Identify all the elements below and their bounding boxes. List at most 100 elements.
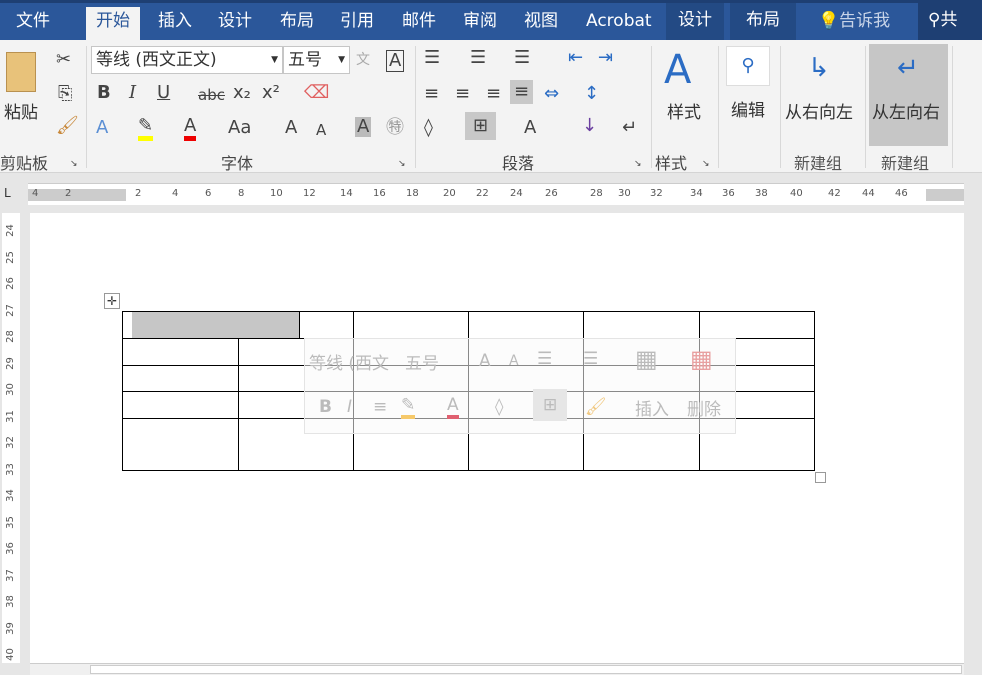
font-name-combo[interactable]: 等线 (西文正文)▼ xyxy=(91,46,283,74)
tell-me-search[interactable]: 💡告诉我 xyxy=(808,7,900,41)
distributed-icon[interactable]: ⇔ xyxy=(544,84,559,104)
change-case-button[interactable]: Aa xyxy=(228,118,251,138)
ruler-tick-label: 33 xyxy=(5,463,16,476)
align-center-icon[interactable]: ≡ xyxy=(455,84,470,104)
mini-bold-button[interactable]: B xyxy=(319,397,332,417)
tab-view[interactable]: 视图 xyxy=(514,7,568,41)
ruler-tick-label: 31 xyxy=(5,410,16,423)
mini-insert-table-icon[interactable]: ▦ xyxy=(635,345,658,373)
horizontal-scrollbar[interactable] xyxy=(30,663,964,675)
tab-table-layout[interactable]: 布局 xyxy=(730,3,796,40)
styles-icon: A xyxy=(664,48,691,92)
multilevel-list-icon[interactable]: ☰ xyxy=(514,48,530,68)
show-marks-icon[interactable]: ↵ xyxy=(622,118,637,138)
format-painter-icon[interactable]: 🖌 xyxy=(56,116,79,136)
ltr-button[interactable]: ↵ 从左向右 xyxy=(869,44,948,146)
vertical-ruler[interactable]: 2425262728293031323334353637383940 xyxy=(2,213,20,663)
mini-grow-font-icon[interactable]: A xyxy=(479,351,491,371)
copy-icon[interactable]: ⎘ xyxy=(58,84,72,104)
mini-font-combo[interactable]: 等线 (西文 xyxy=(309,349,389,374)
paste-button[interactable]: 粘贴 xyxy=(4,98,38,123)
rtl-button[interactable]: 从右向左 xyxy=(785,98,853,123)
mini-format-painter-icon[interactable]: 🖌 xyxy=(585,397,607,417)
tab-file[interactable]: 文件 xyxy=(6,7,60,41)
phonetic-guide-icon[interactable]: 文 xyxy=(356,50,370,70)
share-button[interactable]: ⚲共享 xyxy=(918,3,982,40)
tab-references[interactable]: 引用 xyxy=(330,7,384,41)
char-border-icon[interactable]: A xyxy=(386,50,404,72)
font-size-combo[interactable]: 五号▼ xyxy=(283,46,350,74)
strikethrough-button[interactable]: abc xyxy=(198,85,225,105)
ruler-tick-label: 46 xyxy=(895,188,908,199)
increase-indent-icon[interactable]: ⇥ xyxy=(598,48,613,68)
justify-icon[interactable]: ≡ xyxy=(510,80,533,104)
horizontal-ruler[interactable]: 4224681012141618202224262830323436384042… xyxy=(28,183,964,205)
text-effects-icon[interactable]: A xyxy=(96,118,108,138)
tab-layout[interactable]: 布局 xyxy=(270,7,324,41)
mini-italic-button[interactable]: I xyxy=(347,397,352,417)
line-spacing-icon[interactable]: ↕ xyxy=(584,84,599,104)
mini-highlight-icon[interactable]: ✎ xyxy=(401,395,415,419)
selected-cell[interactable] xyxy=(132,312,299,338)
dialog-launcher-icon[interactable]: ↘ xyxy=(398,154,406,174)
group-label-font: 字体 xyxy=(221,150,253,174)
mini-borders-icon[interactable]: ⊞ xyxy=(533,389,567,421)
mini-delete-button[interactable]: 删除 xyxy=(687,395,721,420)
tab-acrobat[interactable]: Acrobat xyxy=(576,7,662,41)
cut-icon[interactable]: ✂ xyxy=(56,50,71,70)
mini-bullets-icon[interactable]: ☰ xyxy=(537,349,552,369)
font-color-icon[interactable]: A xyxy=(184,116,196,141)
enclose-char-icon[interactable]: ㊕ xyxy=(386,118,404,138)
char-shading-icon[interactable]: A xyxy=(355,117,371,137)
tab-insert[interactable]: 插入 xyxy=(148,7,202,41)
sort-icon[interactable]: ↓ xyxy=(582,116,597,136)
text-direction-icon[interactable]: A xyxy=(524,118,536,138)
mini-insert-button[interactable]: 插入 xyxy=(635,395,669,420)
superscript-button[interactable]: x² xyxy=(262,83,280,103)
highlight-icon[interactable]: ✎ xyxy=(138,116,153,141)
bold-button[interactable]: B xyxy=(97,83,111,103)
tab-table-design[interactable]: 设计 xyxy=(666,3,724,40)
shading-icon[interactable]: ◊ xyxy=(424,118,433,138)
dialog-launcher-icon[interactable]: ↘ xyxy=(702,154,710,174)
underline-button[interactable]: U xyxy=(157,83,170,103)
align-right-icon[interactable]: ≡ xyxy=(486,84,501,104)
tab-mailings[interactable]: 邮件 xyxy=(392,7,446,41)
scrollbar-thumb[interactable] xyxy=(90,665,962,674)
styles-button[interactable]: 样式 xyxy=(667,98,701,123)
ruler-tick-label: 30 xyxy=(618,188,631,199)
mini-center-icon[interactable]: ≡ xyxy=(373,397,387,417)
mini-numbering-icon[interactable]: ☰ xyxy=(583,349,598,369)
grow-font-button[interactable]: A xyxy=(285,118,297,138)
shrink-font-button[interactable]: A xyxy=(316,120,326,140)
find-icon: ⚲ xyxy=(726,46,770,86)
clear-format-icon[interactable]: ⌫ xyxy=(304,83,329,103)
align-left-icon[interactable]: ≡ xyxy=(424,84,439,104)
mini-font-color-icon[interactable]: A xyxy=(447,395,459,419)
ruler-tick-label: 4 xyxy=(172,188,178,199)
numbering-icon[interactable]: ☰ xyxy=(470,48,486,68)
tab-review[interactable]: 审阅 xyxy=(453,7,507,41)
table-resize-handle[interactable] xyxy=(815,472,826,483)
group-label-new-group-2: 新建组 xyxy=(881,150,929,174)
dialog-launcher-icon[interactable]: ↘ xyxy=(634,154,642,174)
italic-button[interactable]: I xyxy=(129,83,136,103)
dialog-launcher-icon[interactable]: ↘ xyxy=(70,154,78,174)
borders-icon[interactable]: ⊞ xyxy=(465,112,496,140)
table-move-handle-icon[interactable]: ✛ xyxy=(104,293,120,309)
editing-button[interactable]: 编辑 xyxy=(731,96,765,121)
ruler-tick-label: 26 xyxy=(5,277,16,290)
mini-shading-icon[interactable]: ◊ xyxy=(495,397,503,417)
ruler-tick-label: 2 xyxy=(135,188,141,199)
mini-size-combo[interactable]: 五号 xyxy=(405,349,439,374)
bullets-icon[interactable]: ☰ xyxy=(424,48,440,68)
mini-delete-table-icon[interactable]: ▦ xyxy=(690,345,713,373)
tab-home[interactable]: 开始 xyxy=(86,7,140,41)
tab-stop-selector[interactable]: L xyxy=(4,186,11,200)
document-page[interactable] xyxy=(30,213,964,663)
subscript-button[interactable]: x₂ xyxy=(233,83,251,103)
decrease-indent-icon[interactable]: ⇤ xyxy=(568,48,583,68)
tab-design[interactable]: 设计 xyxy=(208,7,262,41)
ruler-tick-label: 4 xyxy=(32,188,38,199)
mini-shrink-font-icon[interactable]: A xyxy=(509,353,519,369)
